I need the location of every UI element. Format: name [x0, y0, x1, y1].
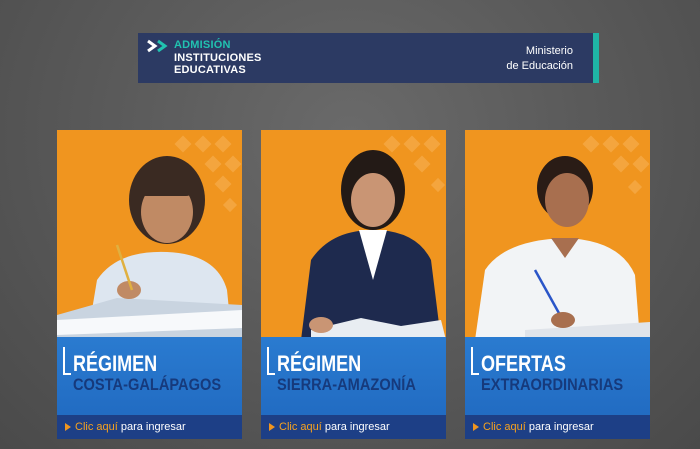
card-sierra-amazonia[interactable]: RÉGIMEN SIERRA-AMAZONÍA Clic aquí para i… [261, 130, 446, 439]
header-banner: ADMISIÓN INSTITUCIONES EDUCATIVAS Minist… [138, 33, 599, 83]
card-info-panel: RÉGIMEN SIERRA-AMAZONÍA Clic aquí para i… [261, 337, 446, 439]
girl-student-photo [57, 135, 242, 340]
cta-link-text[interactable]: Clic aquí [75, 421, 118, 433]
double-chevron-icon [147, 39, 168, 53]
bracket-decoration [267, 347, 275, 375]
card-info-panel: RÉGIMEN COSTA-GALÁPAGOS Clic aquí para i… [57, 337, 242, 439]
cta-link-text[interactable]: Clic aquí [279, 421, 322, 433]
cta-text: para ingresar [324, 421, 390, 433]
banner-accent-bar [593, 33, 599, 83]
play-triangle-icon [65, 423, 71, 431]
play-triangle-icon [473, 423, 479, 431]
brand-line-1: ADMISIÓN [174, 39, 231, 51]
teen-student-photo [301, 135, 446, 340]
play-triangle-icon [269, 423, 275, 431]
card-info-panel: OFERTAS EXTRAORDINARIAS Clic aquí para i… [465, 337, 650, 439]
adult-student-photo [475, 135, 650, 340]
enter-link-sierra-amazonia[interactable]: Clic aquí para ingresar [261, 415, 446, 439]
enter-link-costa-galapagos[interactable]: Clic aquí para ingresar [57, 415, 242, 439]
bracket-decoration [471, 347, 479, 375]
card-title: RÉGIMEN [277, 351, 362, 376]
card-subtitle: SIERRA-AMAZONÍA [277, 375, 416, 394]
card-ofertas-extraordinarias[interactable]: OFERTAS EXTRAORDINARIAS Clic aquí para i… [465, 130, 650, 439]
brand-line-2: INSTITUCIONES [174, 52, 262, 64]
brand-line-3: EDUCATIVAS [174, 64, 246, 76]
card-subtitle: COSTA-GALÁPAGOS [73, 375, 222, 394]
card-title: RÉGIMEN [73, 351, 158, 376]
card-costa-galapagos[interactable]: RÉGIMEN COSTA-GALÁPAGOS Clic aquí para i… [57, 130, 242, 439]
enter-link-ofertas-extraordinarias[interactable]: Clic aquí para ingresar [465, 415, 650, 439]
card-subtitle: EXTRAORDINARIAS [481, 375, 624, 394]
ministry-line-2: de Educación [506, 60, 573, 72]
ministry-line-1: Ministerio [525, 45, 573, 57]
bracket-decoration [63, 347, 71, 375]
cta-text: para ingresar [528, 421, 594, 433]
cta-text: para ingresar [120, 421, 186, 433]
card-title: OFERTAS [481, 351, 566, 376]
cta-link-text[interactable]: Clic aquí [483, 421, 526, 433]
